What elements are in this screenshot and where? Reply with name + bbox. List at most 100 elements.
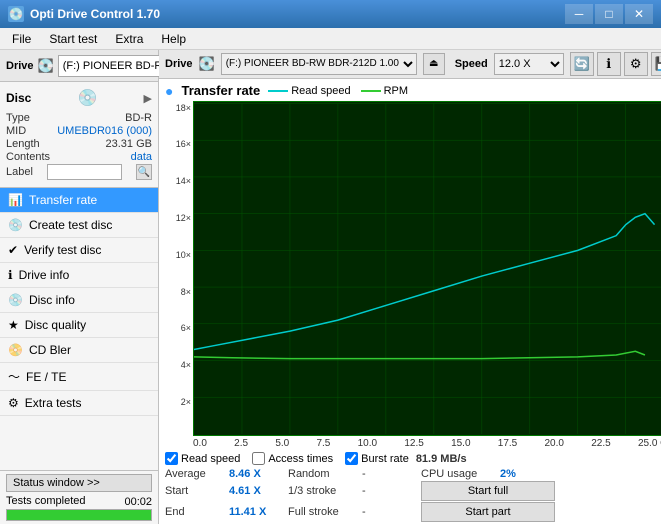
header-speed-dropdown[interactable]: 12.0 X [494, 53, 564, 75]
y-label-2: 2× [165, 397, 191, 407]
header-buttons: 🔄 ℹ ⚙ 💾 [570, 52, 661, 76]
settings-button[interactable]: ⚙ [624, 52, 648, 76]
x-axis: 0.0 2.5 5.0 7.5 10.0 12.5 15.0 17.5 20.0… [165, 438, 661, 449]
disc-label-input[interactable] [47, 164, 122, 180]
refresh-button[interactable]: 🔄 [570, 52, 594, 76]
menu-file[interactable]: File [4, 30, 39, 48]
y-label-6: 6× [165, 323, 191, 333]
access-times-checkbox[interactable] [252, 452, 265, 465]
app-title: Opti Drive Control 1.70 [30, 7, 160, 21]
main-layout: Drive 💽 (F:) PIONEER BD-RW BDR-212D 1.00… [0, 50, 661, 524]
x-label-17-5: 17.5 [498, 438, 517, 449]
nav-item-disc-info[interactable]: 💿 Disc info [0, 288, 158, 313]
minimize-button[interactable]: ─ [565, 4, 593, 24]
y-axis: 18× 16× 14× 12× 10× 8× 6× 4× 2× [165, 101, 193, 436]
menu-start-test[interactable]: Start test [41, 30, 105, 48]
full-stroke-label: Full stroke [288, 506, 358, 518]
drive-info-icon: ℹ [8, 268, 13, 282]
menu-bar: File Start test Extra Help [0, 28, 661, 50]
disc-mid-label: MID [6, 125, 26, 137]
burst-rate-value: 81.9 MB/s [416, 453, 467, 465]
nav-item-transfer-rate[interactable]: 📊 Transfer rate [0, 188, 158, 213]
chart-title: Transfer rate [181, 83, 260, 98]
nav-label-extra-tests: Extra tests [25, 396, 82, 410]
disc-expand-icon: ▶ [144, 92, 152, 105]
read-speed-checkbox[interactable] [165, 452, 178, 465]
start-full-button[interactable]: Start full [421, 481, 555, 501]
burst-rate-checkbox[interactable] [345, 452, 358, 465]
nav-item-verify-test-disc[interactable]: ✔ Verify test disc [0, 238, 158, 263]
nav-item-drive-info[interactable]: ℹ Drive info [0, 263, 158, 288]
header-eject-button[interactable]: ⏏ [423, 53, 445, 75]
close-button[interactable]: ✕ [625, 4, 653, 24]
chart-container: ● Transfer rate Read speed RPM [159, 79, 661, 524]
nav-item-fe-te[interactable]: 〜 FE / TE [0, 363, 158, 391]
end-label: End [165, 506, 225, 518]
verify-test-disc-icon: ✔ [8, 243, 18, 257]
start-part-button[interactable]: Start part [421, 502, 555, 522]
save-button[interactable]: 💾 [651, 52, 661, 76]
disc-info-icon: 💿 [8, 293, 23, 307]
random-value: - [362, 468, 417, 480]
nav-item-cd-bler[interactable]: 📀 CD Bler [0, 338, 158, 363]
status-time: 00:02 [124, 496, 152, 508]
disc-label-button[interactable]: 🔍 [136, 164, 152, 180]
y-label-10: 10× [165, 250, 191, 260]
x-label-15: 15.0 [451, 438, 470, 449]
info-button[interactable]: ℹ [597, 52, 621, 76]
stroke13-label: 1/3 stroke [288, 485, 358, 497]
legend-rpm-color [361, 90, 381, 92]
average-label: Average [165, 468, 225, 480]
menu-help[interactable]: Help [153, 30, 194, 48]
disc-contents-label: Contents [6, 151, 50, 163]
full-stroke-value: - [362, 506, 417, 518]
legend-read-color [268, 90, 288, 92]
fe-te-icon: 〜 [8, 368, 20, 385]
stats-grid: Average 8.46 X Random - CPU usage 2% Sta… [165, 468, 661, 522]
cd-bler-icon: 📀 [8, 343, 23, 357]
nav-label-verify-test-disc: Verify test disc [24, 243, 101, 257]
extra-tests-icon: ⚙ [8, 396, 19, 410]
nav-label-cd-bler: CD Bler [29, 343, 71, 357]
status-text: Tests completed [6, 495, 85, 507]
x-label-10: 10.0 [358, 438, 377, 449]
menu-extra[interactable]: Extra [107, 30, 151, 48]
app-icon: 💿 [8, 6, 24, 22]
maximize-button[interactable]: □ [595, 4, 623, 24]
header-speed-label: Speed [455, 58, 488, 70]
checkbox-row: Read speed Access times Burst rate 81.9 … [165, 452, 661, 465]
transfer-rate-icon: 📊 [8, 193, 23, 207]
nav-label-fe-te: FE / TE [26, 370, 66, 384]
access-times-checkbox-label: Access times [268, 453, 333, 465]
average-value: 8.46 X [229, 468, 284, 480]
chart-title-icon: ● [165, 83, 173, 99]
progress-bar-fill [7, 510, 151, 520]
nav-item-disc-quality[interactable]: ★ Disc quality [0, 313, 158, 338]
read-speed-line [194, 213, 655, 349]
drive-header-bar: Drive 💽 (F:) PIONEER BD-RW BDR-212D 1.00… [159, 50, 661, 79]
header-drive-dropdown[interactable]: (F:) PIONEER BD-RW BDR-212D 1.00 [221, 53, 417, 75]
nav-item-extra-tests[interactable]: ⚙ Extra tests [0, 391, 158, 416]
disc-mid-value: UMEBDR016 (000) [57, 125, 152, 137]
nav-label-disc-info: Disc info [29, 293, 75, 307]
nav-item-create-test-disc[interactable]: 💿 Create test disc [0, 213, 158, 238]
chart-legend: Read speed RPM [268, 85, 408, 97]
x-label-5: 5.0 [275, 438, 289, 449]
disc-label-label: Label [6, 166, 33, 178]
status-bar: Status window >> Tests completed 00:02 [0, 470, 158, 524]
start-value: 4.61 X [229, 485, 284, 497]
start-label: Start [165, 485, 225, 497]
disc-icon: 💿 [77, 88, 97, 108]
read-speed-checkbox-label: Read speed [181, 453, 240, 465]
end-value: 11.41 X [229, 506, 284, 518]
header-drive-label: Drive [165, 58, 193, 70]
cpu-label: CPU usage [421, 468, 496, 480]
drive-icon: 💽 [38, 58, 54, 74]
y-label-18: 18× [165, 103, 191, 113]
disc-quality-icon: ★ [8, 318, 19, 332]
status-window-button[interactable]: Status window >> [6, 474, 152, 492]
create-test-disc-icon: 💿 [8, 218, 23, 232]
x-label-25: 25.0 GB [638, 438, 661, 449]
nav-label-drive-info: Drive info [19, 268, 70, 282]
chart-svg-area [193, 101, 661, 436]
